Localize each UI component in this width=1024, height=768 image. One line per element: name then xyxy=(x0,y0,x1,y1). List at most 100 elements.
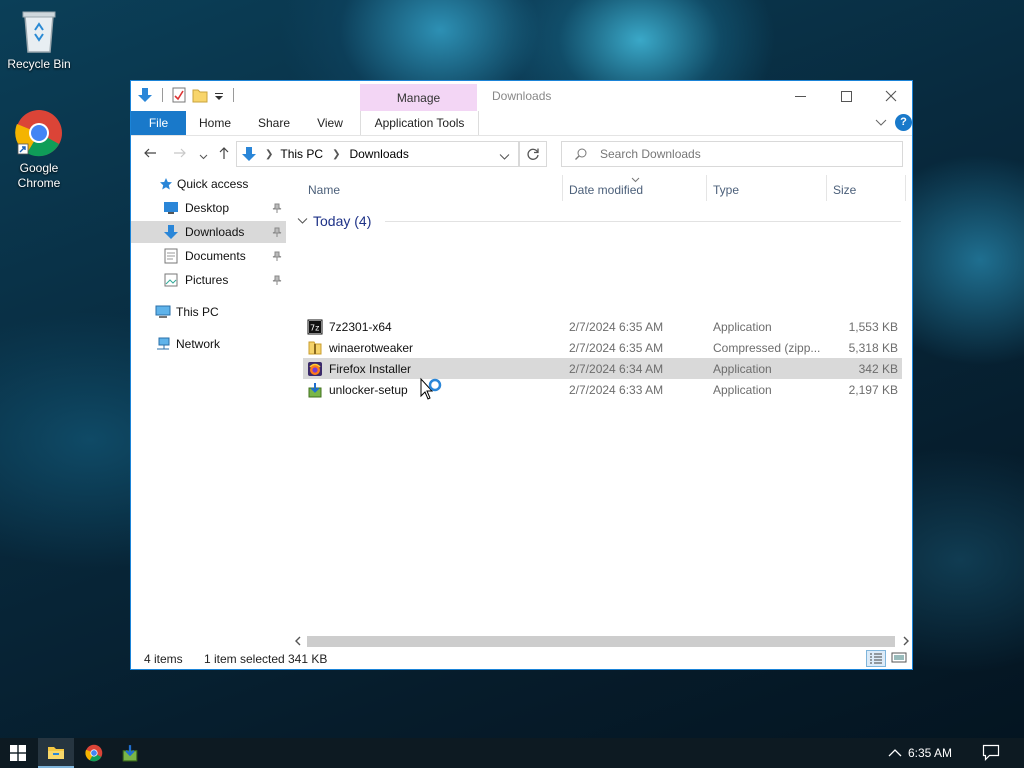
group-header-today[interactable]: Today (4) xyxy=(297,213,371,229)
column-divider[interactable] xyxy=(706,175,707,201)
tab-share[interactable]: Share xyxy=(251,111,297,135)
download-arrow-icon xyxy=(242,147,256,161)
up-button[interactable] xyxy=(217,146,231,163)
horizontal-scrollbar[interactable] xyxy=(293,633,913,649)
address-dropdown-button[interactable] xyxy=(499,150,510,164)
taskbar-google-chrome[interactable] xyxy=(76,738,112,768)
refresh-button[interactable] xyxy=(519,141,547,167)
installer-icon xyxy=(122,745,138,762)
column-header-name[interactable]: Name xyxy=(308,183,340,197)
new-folder-icon[interactable] xyxy=(192,87,208,103)
tab-home[interactable]: Home xyxy=(193,111,237,135)
properties-icon[interactable] xyxy=(172,87,186,103)
action-center-button[interactable] xyxy=(982,744,1000,764)
file-name: winaerotweaker xyxy=(329,341,414,355)
chevron-right-icon[interactable]: ❯ xyxy=(332,149,340,160)
show-hidden-icons-button[interactable] xyxy=(888,747,902,761)
file-date: 2/7/2024 6:34 AM xyxy=(569,362,664,376)
large-icons-view-button[interactable] xyxy=(890,650,908,667)
chevron-down-icon xyxy=(875,119,887,126)
status-bar: 4 items 1 item selected 341 KB xyxy=(131,649,912,669)
refresh-icon xyxy=(527,148,539,160)
file-row[interactable]: winaerotweaker 2/7/2024 6:35 AM Compress… xyxy=(303,337,902,358)
nav-this-pc[interactable]: This PC xyxy=(131,301,286,323)
nav-quick-access[interactable]: Quick access xyxy=(131,173,286,195)
file-type: Compressed (zipp... xyxy=(713,341,821,355)
taskbar-file-explorer[interactable] xyxy=(38,738,74,768)
large-icons-view-icon xyxy=(891,652,907,663)
minimize-button[interactable] xyxy=(777,81,823,111)
customize-toolbar-icon[interactable] xyxy=(214,87,224,103)
nav-label: Documents xyxy=(185,249,246,263)
notification-icon xyxy=(982,744,1000,761)
nav-label: Pictures xyxy=(185,273,229,287)
manage-tab[interactable]: Manage xyxy=(360,84,477,111)
desktop-icon-label: Recycle Bin xyxy=(7,57,71,71)
desktop-icon-label: Google Chrome xyxy=(17,161,61,190)
7zip-icon: 7z xyxy=(307,319,323,335)
help-icon: ? xyxy=(900,116,907,128)
arrow-right-icon xyxy=(174,148,186,158)
file-explorer-window: Manage Downloads File Home Share View Ap… xyxy=(130,80,913,670)
network-icon xyxy=(157,337,170,350)
nav-network[interactable]: Network xyxy=(131,333,286,355)
pin-icon[interactable] xyxy=(272,227,282,237)
column-divider[interactable] xyxy=(826,175,827,201)
breadcrumb-this-pc[interactable]: This PC xyxy=(280,147,323,161)
nav-pictures[interactable]: Pictures xyxy=(131,269,286,291)
tab-view[interactable]: View xyxy=(309,111,351,135)
close-button[interactable] xyxy=(868,81,914,111)
taskbar-installer[interactable] xyxy=(112,738,148,768)
pin-icon[interactable] xyxy=(272,251,282,261)
address-bar[interactable]: ❯ This PC ❯ Downloads xyxy=(236,141,519,167)
status-item-count: 4 items xyxy=(144,652,183,666)
tab-file[interactable]: File xyxy=(131,111,186,135)
search-icon xyxy=(575,148,587,160)
file-size: 342 KB xyxy=(858,362,898,376)
scrollbar-thumb[interactable] xyxy=(307,636,895,647)
file-size: 2,197 KB xyxy=(848,383,898,397)
expand-ribbon-button[interactable] xyxy=(875,117,887,131)
chrome-icon xyxy=(85,744,103,762)
breadcrumb-downloads[interactable]: Downloads xyxy=(349,147,408,161)
details-view-button[interactable] xyxy=(866,650,886,667)
column-header-type[interactable]: Type xyxy=(713,183,739,197)
nav-documents[interactable]: Documents xyxy=(131,245,286,267)
column-header-size[interactable]: Size xyxy=(833,183,856,197)
maximize-button[interactable] xyxy=(823,81,869,111)
column-divider[interactable] xyxy=(905,175,906,201)
desktop-icon-google-chrome[interactable]: Google Chrome xyxy=(4,108,74,191)
start-button[interactable] xyxy=(0,738,36,768)
help-button[interactable]: ? xyxy=(895,114,912,131)
group-divider xyxy=(385,221,901,222)
nav-label: Network xyxy=(176,337,221,351)
search-input[interactable]: Search Downloads xyxy=(561,141,903,167)
installer-icon xyxy=(308,383,322,398)
file-row[interactable]: unlocker-setup 2/7/2024 6:33 AM Applicat… xyxy=(303,379,902,400)
file-row[interactable]: 7z 7z2301-x64 2/7/2024 6:35 AM Applicati… xyxy=(303,316,902,337)
forward-button[interactable] xyxy=(173,146,187,163)
tab-application-tools[interactable]: Application Tools xyxy=(360,111,479,135)
recent-locations-button[interactable] xyxy=(199,148,208,164)
title-bar: Manage Downloads xyxy=(131,81,912,111)
document-icon xyxy=(164,248,178,264)
file-row-selected[interactable]: Firefox Installer 2/7/2024 6:34 AM Appli… xyxy=(303,358,902,379)
taskbar-clock[interactable]: 6:35 AM xyxy=(908,746,952,760)
scroll-left-icon[interactable] xyxy=(293,633,303,649)
file-date: 2/7/2024 6:35 AM xyxy=(569,341,664,355)
pin-icon[interactable] xyxy=(272,275,282,285)
pin-icon[interactable] xyxy=(272,203,282,213)
column-divider[interactable] xyxy=(562,175,563,201)
toolbar-divider xyxy=(162,88,163,102)
desktop-icon-recycle-bin[interactable]: Recycle Bin xyxy=(4,8,74,72)
column-header-date-modified[interactable]: Date modified xyxy=(569,183,643,197)
scroll-right-icon[interactable] xyxy=(901,633,911,649)
group-label: Today (4) xyxy=(313,213,372,229)
nav-downloads[interactable]: Downloads xyxy=(131,221,286,243)
chrome-icon xyxy=(15,110,62,157)
file-type: Application xyxy=(713,362,772,376)
quick-access-toolbar xyxy=(137,87,237,103)
back-button[interactable] xyxy=(143,146,157,163)
nav-desktop[interactable]: Desktop xyxy=(131,197,286,219)
nav-label: Quick access xyxy=(177,177,249,191)
